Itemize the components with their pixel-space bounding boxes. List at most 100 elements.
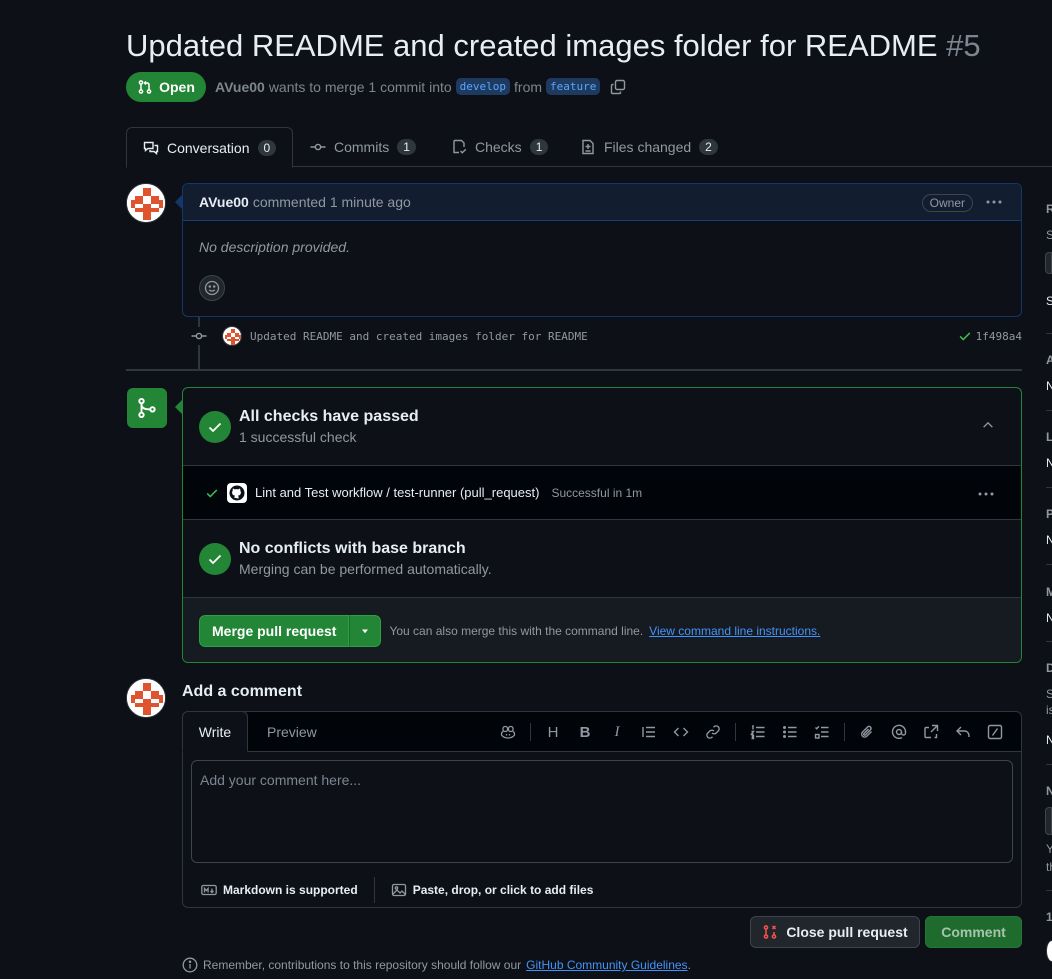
- mention-button[interactable]: [883, 721, 915, 743]
- tab-commits[interactable]: Commits 1: [310, 127, 416, 167]
- merge-box: All checks have passed 1 successful chec…: [182, 387, 1022, 663]
- pr-number: #5: [946, 28, 981, 63]
- close-pull-request-button[interactable]: Close pull request: [750, 916, 920, 948]
- merge-method-dropdown[interactable]: [349, 615, 382, 647]
- add-reaction-button[interactable]: [199, 275, 225, 301]
- owner-badge: Owner: [921, 194, 973, 212]
- sidebar-text: S: [1046, 687, 1052, 701]
- tab-write[interactable]: Write: [182, 711, 248, 752]
- sidebar-control[interactable]: [1045, 807, 1052, 835]
- commit-message-link[interactable]: Updated README and created images folder…: [250, 330, 588, 343]
- checks-title: All checks have passed: [239, 408, 419, 425]
- sidebar-heading[interactable]: P: [1046, 507, 1052, 521]
- pr-meta-text: wants to merge 1 commit into: [268, 78, 452, 95]
- attach-button[interactable]: [851, 721, 883, 743]
- checks-summary[interactable]: All checks have passed 1 successful chec…: [183, 388, 1021, 466]
- sidebar-divider: [1046, 333, 1052, 334]
- copy-icon[interactable]: [610, 79, 626, 95]
- no-conflicts-badge: [199, 542, 231, 575]
- pr-title-text: Updated README and created images folder…: [126, 28, 938, 63]
- slash-commands-button[interactable]: [979, 721, 1011, 743]
- git-commit-icon: [310, 143, 326, 151]
- pr-description-comment: AVue00 commented 1 minute ago Owner No d…: [182, 183, 1022, 317]
- participant-avatar[interactable]: [1046, 940, 1052, 962]
- sidebar-control[interactable]: [1045, 252, 1052, 274]
- chevron-up-icon[interactable]: [981, 418, 995, 432]
- sidebar-divider: [1046, 764, 1052, 765]
- tab-checks[interactable]: Checks 1: [451, 127, 549, 167]
- tab-commits-label: Commits: [334, 139, 390, 155]
- sidebar-heading[interactable]: M: [1046, 585, 1052, 599]
- head-branch[interactable]: feature: [546, 78, 601, 95]
- identicon-icon: [127, 679, 165, 717]
- copilot-button[interactable]: [492, 721, 524, 743]
- commit-sha[interactable]: 1f498a4: [958, 329, 1022, 343]
- merge-pull-request-button[interactable]: Merge pull request: [199, 615, 350, 647]
- sidebar-divider: [1046, 564, 1052, 565]
- comment-author[interactable]: AVue00: [199, 194, 249, 210]
- heading-button[interactable]: H: [537, 721, 569, 743]
- check-icon: [206, 488, 218, 498]
- tab-files-changed[interactable]: Files changed 2: [580, 127, 718, 167]
- sidebar-text: N: [1046, 611, 1052, 625]
- tasklist-icon: [814, 725, 829, 739]
- command-line-instructions-link[interactable]: View command line instructions.: [649, 624, 820, 638]
- add-comment-heading: Add a comment: [182, 683, 303, 700]
- github-mark-icon: [229, 485, 245, 500]
- check-icon: [959, 332, 971, 341]
- community-guidelines-link[interactable]: GitHub Community Guidelines: [526, 958, 687, 972]
- tab-conversation-label: Conversation: [167, 139, 250, 156]
- info-icon: [182, 957, 198, 973]
- sidebar-text: Y: [1046, 842, 1052, 856]
- markdown-help-link[interactable]: Markdown is supported: [201, 882, 358, 898]
- sidebar-heading[interactable]: L: [1046, 430, 1052, 444]
- base-branch[interactable]: develop: [455, 78, 511, 95]
- pr-author-link[interactable]: AVue00: [215, 79, 265, 95]
- reference-button[interactable]: [915, 721, 947, 743]
- conflicts-subtitle: Merging can be performed automatically.: [239, 561, 492, 577]
- formatting-toolbar: H B I: [492, 721, 1011, 743]
- sidebar-text: N: [1046, 379, 1052, 393]
- slash-icon: [987, 724, 1003, 740]
- comment-timestamp[interactable]: commented 1 minute ago: [253, 194, 411, 210]
- comment-textarea[interactable]: [191, 760, 1013, 863]
- check-run-row[interactable]: Lint and Test workflow / test-runner (pu…: [183, 466, 1021, 520]
- comment-submit-button[interactable]: Comment: [925, 916, 1022, 948]
- attach-files-label: Paste, drop, or click to add files: [412, 883, 594, 897]
- italic-icon: I: [614, 723, 620, 740]
- tab-preview[interactable]: Preview: [267, 712, 317, 752]
- quote-button[interactable]: [633, 721, 665, 743]
- contribution-guidelines-note: Remember, contributions to this reposito…: [182, 957, 691, 973]
- check-run-name[interactable]: Lint and Test workflow / test-runner (pu…: [255, 485, 539, 500]
- commit-node: [190, 327, 208, 345]
- tab-conversation[interactable]: Conversation 0: [126, 127, 294, 168]
- checklist-icon: [453, 139, 467, 154]
- ordered-list-button[interactable]: [742, 721, 774, 743]
- italic-button[interactable]: I: [601, 721, 633, 743]
- code-button[interactable]: [665, 721, 697, 743]
- sidebar-heading[interactable]: R: [1046, 202, 1052, 216]
- sidebar-heading[interactable]: D: [1046, 661, 1052, 675]
- guidelines-end: .: [687, 958, 691, 972]
- tab-conversation-count: 0: [257, 139, 277, 156]
- footer-separator: [373, 877, 375, 903]
- sidebar-text: N: [1046, 733, 1052, 747]
- link-button[interactable]: [697, 721, 729, 743]
- current-user-avatar[interactable]: [126, 678, 166, 718]
- kebab-horizontal-icon[interactable]: [977, 486, 995, 502]
- editor-footer: Markdown is supported Paste, drop, or cl…: [183, 872, 1021, 908]
- bold-button[interactable]: B: [569, 721, 601, 743]
- avatar[interactable]: [126, 183, 166, 223]
- tab-checks-count: 1: [529, 139, 549, 155]
- sidebar-heading[interactable]: A: [1046, 353, 1052, 367]
- merge-hint: You can also merge this with the command…: [389, 624, 644, 638]
- attach-files-button[interactable]: Paste, drop, or click to add files: [391, 882, 594, 898]
- saved-replies-button[interactable]: [947, 721, 979, 743]
- task-list-button[interactable]: [806, 721, 838, 743]
- pr-title: Updated README and created images folder…: [126, 28, 981, 64]
- kebab-horizontal-icon[interactable]: [985, 194, 1003, 210]
- sidebar-heading[interactable]: N: [1046, 784, 1052, 798]
- state-label: Open: [159, 79, 195, 95]
- unordered-list-button[interactable]: [774, 721, 806, 743]
- commit-author-avatar[interactable]: [222, 326, 242, 346]
